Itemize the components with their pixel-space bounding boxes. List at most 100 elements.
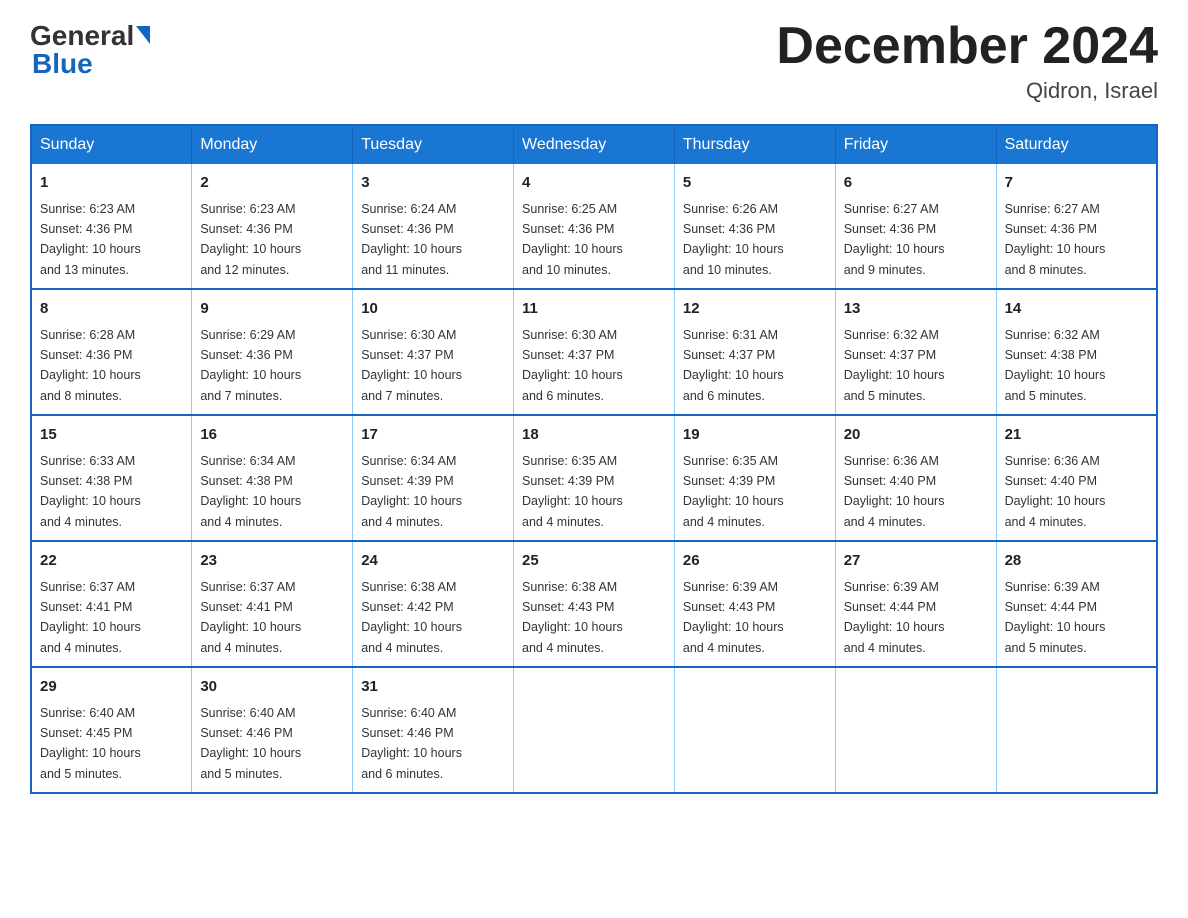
- day-info: Sunrise: 6:40 AMSunset: 4:45 PMDaylight:…: [40, 706, 141, 781]
- day-number: 3: [361, 172, 505, 195]
- day-info: Sunrise: 6:25 AMSunset: 4:36 PMDaylight:…: [522, 202, 623, 277]
- calendar-cell: [514, 667, 675, 793]
- calendar-cell: 11 Sunrise: 6:30 AMSunset: 4:37 PMDaylig…: [514, 289, 675, 415]
- calendar-cell: 15 Sunrise: 6:33 AMSunset: 4:38 PMDaylig…: [31, 415, 192, 541]
- day-number: 13: [844, 298, 988, 321]
- calendar-cell: [996, 667, 1157, 793]
- day-number: 29: [40, 676, 183, 699]
- day-info: Sunrise: 6:39 AMSunset: 4:44 PMDaylight:…: [844, 580, 945, 655]
- calendar-cell: 17 Sunrise: 6:34 AMSunset: 4:39 PMDaylig…: [353, 415, 514, 541]
- calendar-cell: 6 Sunrise: 6:27 AMSunset: 4:36 PMDayligh…: [835, 164, 996, 289]
- calendar-table: SundayMondayTuesdayWednesdayThursdayFrid…: [30, 124, 1158, 794]
- calendar-cell: [835, 667, 996, 793]
- logo-triangle-icon: [136, 26, 150, 44]
- calendar-cell: 4 Sunrise: 6:25 AMSunset: 4:36 PMDayligh…: [514, 164, 675, 289]
- day-info: Sunrise: 6:35 AMSunset: 4:39 PMDaylight:…: [683, 454, 784, 529]
- calendar-cell: 24 Sunrise: 6:38 AMSunset: 4:42 PMDaylig…: [353, 541, 514, 667]
- day-info: Sunrise: 6:32 AMSunset: 4:38 PMDaylight:…: [1005, 328, 1106, 403]
- calendar-cell: 3 Sunrise: 6:24 AMSunset: 4:36 PMDayligh…: [353, 164, 514, 289]
- day-number: 12: [683, 298, 827, 321]
- week-row-5: 29 Sunrise: 6:40 AMSunset: 4:45 PMDaylig…: [31, 667, 1157, 793]
- calendar-cell: 7 Sunrise: 6:27 AMSunset: 4:36 PMDayligh…: [996, 164, 1157, 289]
- day-info: Sunrise: 6:30 AMSunset: 4:37 PMDaylight:…: [522, 328, 623, 403]
- day-info: Sunrise: 6:40 AMSunset: 4:46 PMDaylight:…: [361, 706, 462, 781]
- calendar-cell: 31 Sunrise: 6:40 AMSunset: 4:46 PMDaylig…: [353, 667, 514, 793]
- day-number: 10: [361, 298, 505, 321]
- calendar-cell: 19 Sunrise: 6:35 AMSunset: 4:39 PMDaylig…: [674, 415, 835, 541]
- column-header-thursday: Thursday: [674, 125, 835, 164]
- calendar-cell: 30 Sunrise: 6:40 AMSunset: 4:46 PMDaylig…: [192, 667, 353, 793]
- calendar-cell: 23 Sunrise: 6:37 AMSunset: 4:41 PMDaylig…: [192, 541, 353, 667]
- week-row-1: 1 Sunrise: 6:23 AMSunset: 4:36 PMDayligh…: [31, 164, 1157, 289]
- day-info: Sunrise: 6:37 AMSunset: 4:41 PMDaylight:…: [40, 580, 141, 655]
- day-number: 8: [40, 298, 183, 321]
- day-info: Sunrise: 6:37 AMSunset: 4:41 PMDaylight:…: [200, 580, 301, 655]
- day-number: 16: [200, 424, 344, 447]
- calendar-cell: 21 Sunrise: 6:36 AMSunset: 4:40 PMDaylig…: [996, 415, 1157, 541]
- calendar-cell: 18 Sunrise: 6:35 AMSunset: 4:39 PMDaylig…: [514, 415, 675, 541]
- day-number: 20: [844, 424, 988, 447]
- day-info: Sunrise: 6:23 AMSunset: 4:36 PMDaylight:…: [200, 202, 301, 277]
- location-label: Qidron, Israel: [776, 78, 1158, 104]
- day-info: Sunrise: 6:38 AMSunset: 4:43 PMDaylight:…: [522, 580, 623, 655]
- day-number: 9: [200, 298, 344, 321]
- day-info: Sunrise: 6:38 AMSunset: 4:42 PMDaylight:…: [361, 580, 462, 655]
- week-row-4: 22 Sunrise: 6:37 AMSunset: 4:41 PMDaylig…: [31, 541, 1157, 667]
- day-number: 6: [844, 172, 988, 195]
- month-title: December 2024: [776, 20, 1158, 72]
- day-info: Sunrise: 6:40 AMSunset: 4:46 PMDaylight:…: [200, 706, 301, 781]
- day-info: Sunrise: 6:39 AMSunset: 4:44 PMDaylight:…: [1005, 580, 1106, 655]
- day-info: Sunrise: 6:30 AMSunset: 4:37 PMDaylight:…: [361, 328, 462, 403]
- day-number: 26: [683, 550, 827, 573]
- week-row-2: 8 Sunrise: 6:28 AMSunset: 4:36 PMDayligh…: [31, 289, 1157, 415]
- week-row-3: 15 Sunrise: 6:33 AMSunset: 4:38 PMDaylig…: [31, 415, 1157, 541]
- day-number: 27: [844, 550, 988, 573]
- calendar-cell: 2 Sunrise: 6:23 AMSunset: 4:36 PMDayligh…: [192, 164, 353, 289]
- logo-blue-text: Blue: [30, 48, 150, 80]
- day-number: 30: [200, 676, 344, 699]
- column-header-wednesday: Wednesday: [514, 125, 675, 164]
- column-header-saturday: Saturday: [996, 125, 1157, 164]
- calendar-cell: 22 Sunrise: 6:37 AMSunset: 4:41 PMDaylig…: [31, 541, 192, 667]
- calendar-cell: 25 Sunrise: 6:38 AMSunset: 4:43 PMDaylig…: [514, 541, 675, 667]
- day-number: 21: [1005, 424, 1148, 447]
- day-number: 22: [40, 550, 183, 573]
- calendar-cell: 1 Sunrise: 6:23 AMSunset: 4:36 PMDayligh…: [31, 164, 192, 289]
- day-info: Sunrise: 6:24 AMSunset: 4:36 PMDaylight:…: [361, 202, 462, 277]
- day-info: Sunrise: 6:26 AMSunset: 4:36 PMDaylight:…: [683, 202, 784, 277]
- day-number: 1: [40, 172, 183, 195]
- column-header-tuesday: Tuesday: [353, 125, 514, 164]
- calendar-cell: 10 Sunrise: 6:30 AMSunset: 4:37 PMDaylig…: [353, 289, 514, 415]
- calendar-cell: 27 Sunrise: 6:39 AMSunset: 4:44 PMDaylig…: [835, 541, 996, 667]
- day-number: 14: [1005, 298, 1148, 321]
- calendar-cell: 28 Sunrise: 6:39 AMSunset: 4:44 PMDaylig…: [996, 541, 1157, 667]
- day-info: Sunrise: 6:31 AMSunset: 4:37 PMDaylight:…: [683, 328, 784, 403]
- day-number: 19: [683, 424, 827, 447]
- logo: General Blue: [30, 20, 150, 80]
- column-header-friday: Friday: [835, 125, 996, 164]
- day-info: Sunrise: 6:35 AMSunset: 4:39 PMDaylight:…: [522, 454, 623, 529]
- calendar-cell: 16 Sunrise: 6:34 AMSunset: 4:38 PMDaylig…: [192, 415, 353, 541]
- day-number: 31: [361, 676, 505, 699]
- day-number: 28: [1005, 550, 1148, 573]
- column-header-sunday: Sunday: [31, 125, 192, 164]
- title-section: December 2024 Qidron, Israel: [776, 20, 1158, 104]
- day-info: Sunrise: 6:36 AMSunset: 4:40 PMDaylight:…: [844, 454, 945, 529]
- day-info: Sunrise: 6:27 AMSunset: 4:36 PMDaylight:…: [1005, 202, 1106, 277]
- calendar-cell: 9 Sunrise: 6:29 AMSunset: 4:36 PMDayligh…: [192, 289, 353, 415]
- day-info: Sunrise: 6:34 AMSunset: 4:39 PMDaylight:…: [361, 454, 462, 529]
- calendar-cell: 14 Sunrise: 6:32 AMSunset: 4:38 PMDaylig…: [996, 289, 1157, 415]
- day-number: 4: [522, 172, 666, 195]
- day-info: Sunrise: 6:39 AMSunset: 4:43 PMDaylight:…: [683, 580, 784, 655]
- calendar-cell: 13 Sunrise: 6:32 AMSunset: 4:37 PMDaylig…: [835, 289, 996, 415]
- day-number: 24: [361, 550, 505, 573]
- calendar-cell: 8 Sunrise: 6:28 AMSunset: 4:36 PMDayligh…: [31, 289, 192, 415]
- day-number: 15: [40, 424, 183, 447]
- day-info: Sunrise: 6:28 AMSunset: 4:36 PMDaylight:…: [40, 328, 141, 403]
- calendar-cell: 29 Sunrise: 6:40 AMSunset: 4:45 PMDaylig…: [31, 667, 192, 793]
- day-number: 23: [200, 550, 344, 573]
- day-info: Sunrise: 6:23 AMSunset: 4:36 PMDaylight:…: [40, 202, 141, 277]
- calendar-cell: 12 Sunrise: 6:31 AMSunset: 4:37 PMDaylig…: [674, 289, 835, 415]
- day-number: 18: [522, 424, 666, 447]
- day-number: 5: [683, 172, 827, 195]
